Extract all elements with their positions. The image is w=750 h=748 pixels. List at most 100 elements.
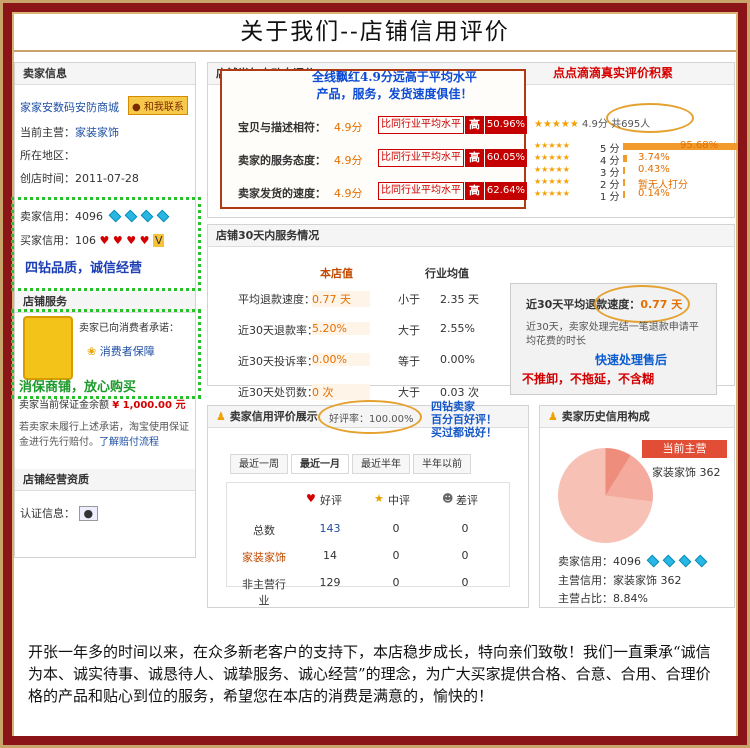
mid-count: 0 — [392, 522, 400, 535]
buyer-credit-row: 买家信用：106 ♥ ♥ ♥ ♥ V — [20, 234, 165, 247]
deposit-note: 若卖家未履行上述承诺，淘宝使用保证金进行先行赔付。了解赔付流程 — [19, 422, 189, 448]
service-shop-value: 5.20% — [312, 322, 370, 335]
main-business-legend: 当前主营 — [642, 440, 727, 458]
rating-label: 1 分 — [600, 192, 620, 203]
credit-row-label: 非主营行业 — [242, 578, 286, 607]
star-row-icons: ★★★★★ — [534, 141, 570, 150]
service-average: 2.55% — [440, 322, 475, 335]
service-compare: 小于 — [398, 293, 420, 306]
certificate-icon: ● — [78, 506, 99, 521]
compensation-link[interactable]: 了解赔付流程 — [99, 437, 159, 448]
service-average: 0.03 次 — [440, 386, 479, 399]
service-compare: 大于 — [398, 386, 420, 399]
credit-tab[interactable]: 最近一周 — [230, 454, 288, 474]
quality-promo: 四钻品质，诚信经营 — [25, 261, 143, 276]
service-panel: 店铺30天内服务情况 本店值 行业均值 平均退款速度： 0.77 天 小于 2.35 … — [207, 224, 735, 400]
diamond-icon — [108, 209, 121, 223]
verified-icon: V — [152, 234, 165, 247]
seller-credit-summary: 卖家信用：4096 — [558, 553, 709, 569]
dsr-percent: 60.05% — [485, 149, 527, 167]
seller-info-panel: 卖家信息 家家安数码安防商城 ● 和我联系 当前主营：家装家饰 所在地区： 创店… — [11, 62, 201, 558]
dsr-high-badge: 高 — [465, 116, 484, 134]
dsr-handwriting: 全线飘红4.9分远高于平均水平 产品，服务，发货速度俱佳！ — [312, 70, 477, 101]
rating-percent: 3.74% — [638, 152, 670, 163]
good-count[interactable]: 143 — [314, 522, 346, 535]
diamond-icon — [156, 209, 169, 223]
current-main-link[interactable]: 家装家饰 — [75, 126, 119, 139]
diamond-icon — [694, 554, 707, 568]
star-row-icons: ★★★★★ — [534, 177, 570, 186]
credit-column-label: 中评 — [388, 494, 410, 507]
star-row-icons: ★★★★★ — [534, 165, 570, 174]
rating-percent: 0.14% — [638, 188, 670, 199]
good-review-icon: ♥ — [306, 492, 316, 505]
rating-bar — [623, 167, 625, 174]
dsr-percent: 50.96% — [485, 116, 527, 134]
dsr-score: 4.9分 — [334, 154, 363, 167]
created-row: 创店时间：2011-07-28 — [20, 172, 139, 185]
credit-handwriting: 四钻卖家 百分百好评！ 买过都说好！ — [431, 400, 497, 439]
service-title: 店铺30天内服务情况 — [208, 225, 734, 247]
shop-value-header: 本店值 — [320, 267, 353, 280]
bad-count: 0 — [461, 522, 469, 535]
credit-tab[interactable]: 半年以前 — [413, 454, 471, 474]
credit-row-label: 总数 — [253, 524, 275, 537]
seller-info-title: 卖家信息 — [15, 63, 195, 85]
dsr-compare: 比同行业平均水平 — [378, 116, 464, 134]
good-rate-ring — [318, 400, 422, 434]
credit-column-label: 差评 — [456, 494, 478, 507]
history-title: ♟ 卖家历史信用构成 — [540, 406, 734, 428]
guarantee-promo: 消保商铺，放心购买 — [19, 380, 137, 395]
dsr-high-badge: 高 — [465, 149, 484, 167]
consumer-protection-link[interactable]: ❀ 消费者保障 — [87, 343, 155, 359]
service-shop-value: 0.00% — [312, 353, 370, 366]
star-row-icons: ★★★★★ — [534, 189, 570, 198]
credit-tab[interactable]: 最近半年 — [352, 454, 410, 474]
service-label: 平均退款速度： — [238, 293, 315, 306]
rating-bar — [623, 179, 625, 186]
service-average: 2.35 天 — [440, 293, 479, 306]
contact-label: 和我联系 — [143, 102, 184, 113]
dsr-label: 宝贝与描述相符： — [238, 121, 326, 134]
dsr-compare: 比同行业平均水平 — [378, 149, 464, 167]
bad-count: 0 — [461, 549, 469, 562]
diamond-icon — [646, 554, 659, 568]
cert-row: 认证信息： ● — [20, 505, 99, 521]
refund-description: 近30天，卖家处理完结一笔退款申请平均花费的时长 — [526, 322, 699, 347]
content-area: 关于我们--店铺信用评价 卖家信息 家家安数码安防商城 ● 和我联系 当前主营：… — [11, 12, 738, 736]
consumer-promise: 卖家已向消费者承诺： — [79, 323, 179, 334]
real-review-note: 点点滴滴真实评价积累 — [553, 66, 674, 80]
current-main-row: 当前主营：家装家饰 — [20, 126, 119, 139]
mid-count: 0 — [392, 549, 400, 562]
neutral-review-icon: ★ — [374, 492, 384, 505]
rating-bar — [623, 191, 625, 198]
region-row: 所在地区： — [20, 149, 75, 162]
legend-item: 家装家饰 362 — [652, 466, 721, 479]
good-count: 14 — [323, 549, 337, 562]
after-sales-note: 快速处理售后 — [595, 353, 668, 367]
service-label: 近30天退款率： — [238, 324, 318, 337]
shopping-bag-icon — [23, 316, 73, 380]
page-title: 关于我们--店铺信用评价 — [240, 19, 510, 45]
seller-credit-row: 卖家信用：4096 — [20, 208, 171, 224]
dsr-panel: 店铺半年内动态评分 全线飘红4.9分远高于平均水平 产品，服务，发货速度俱佳！ … — [207, 62, 738, 218]
credit-review-panel: ♟ 卖家信用评价展示 好评率：100.00% 四钻卖家 百分百好评！ 买过都说好… — [207, 400, 529, 608]
shop-name-link[interactable]: 家家安数码安防商城 — [20, 99, 119, 115]
industry-average-header: 行业均值 — [425, 267, 469, 280]
business-qualification-title: 店铺经营资质 — [15, 469, 195, 491]
diamond-icon — [662, 554, 675, 568]
credit-tab[interactable]: 最近一月 — [291, 454, 349, 474]
shop-message: 开张一年多的时间以来，在众多新老客户的支持下，本店稳步成长，特向亲们致敬！我们一… — [14, 631, 736, 736]
contact-icon: ● — [132, 102, 144, 113]
bad-count: 0 — [461, 576, 469, 589]
diamond-icon — [140, 209, 153, 223]
dsr-percent: 62.64% — [485, 182, 527, 200]
service-average: 0.00% — [440, 353, 475, 366]
credit-row-label: 家装家饰 — [242, 551, 286, 564]
credit-column-label: 好评 — [320, 494, 342, 507]
contact-button[interactable]: ● 和我联系 — [128, 96, 188, 115]
user-icon: ♟ — [216, 410, 230, 423]
service-label: 近30天投诉率： — [238, 355, 318, 368]
bad-review-icon: ☻ — [442, 492, 454, 505]
history-panel: ♟ 卖家历史信用构成 当前主营 家装家饰 362 卖家信用：4096 主营信用：… — [539, 405, 735, 608]
